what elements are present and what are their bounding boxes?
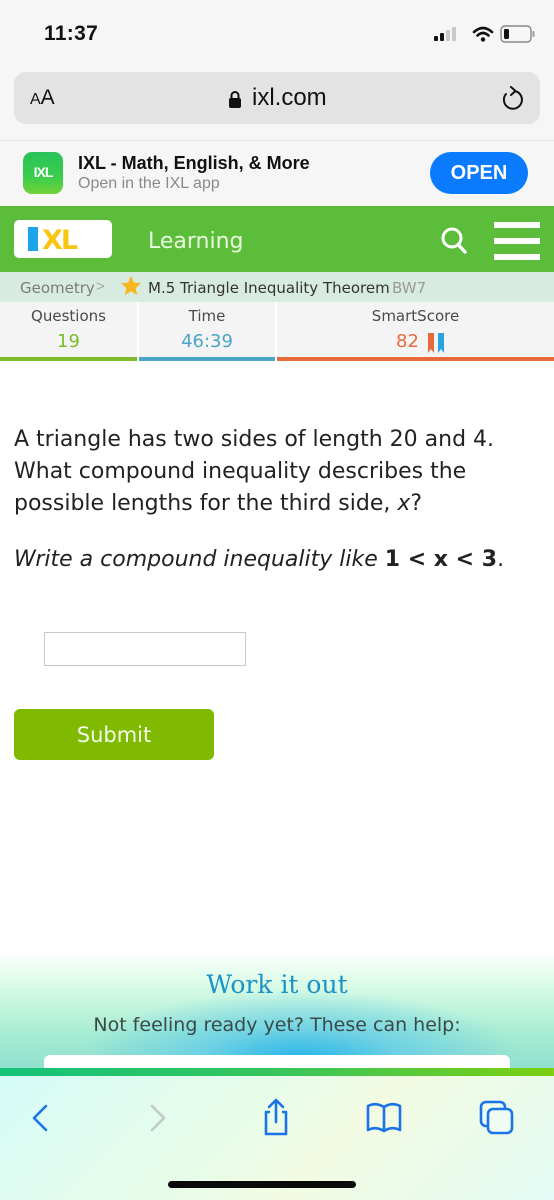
wifi-icon	[472, 26, 494, 42]
breadcrumb-skill-name: M.5 Triangle Inequality Theorem	[148, 279, 390, 297]
search-icon[interactable]	[440, 226, 468, 256]
menu-line	[494, 238, 540, 244]
app-icon-text: IXL	[33, 164, 54, 180]
questions-label: Questions	[31, 307, 106, 325]
share-icon	[264, 1098, 288, 1136]
bookmarks-icon	[366, 1102, 402, 1133]
breadcrumb-skill-code: BW7	[392, 279, 427, 297]
question-text: A triangle has two sides of length 20 an…	[14, 424, 544, 520]
back-icon	[32, 1104, 48, 1132]
time-label: Time	[188, 307, 226, 325]
url-text[interactable]: ixl.com	[252, 84, 327, 112]
answer-input[interactable]	[44, 632, 246, 666]
open-app-button[interactable]: OPEN	[430, 152, 528, 194]
menu-line	[494, 254, 540, 260]
star-icon	[121, 276, 141, 295]
status-time: 11:37	[44, 22, 99, 45]
menu-line	[494, 222, 540, 228]
ixl-app-icon: IXL	[23, 152, 63, 194]
app-banner-title: IXL - Math, English, & More	[78, 153, 310, 173]
question-end: ?	[410, 491, 423, 516]
smartscore-bar	[277, 357, 554, 361]
time-value: 46:39	[181, 331, 233, 352]
home-indicator[interactable]	[168, 1181, 356, 1188]
app-banner-subtitle: Open in the IXL app	[78, 175, 220, 192]
back-button[interactable]	[22, 1098, 62, 1138]
work-it-out-section	[0, 950, 554, 1070]
nav-learning[interactable]: Learning	[148, 229, 244, 254]
ixl-logo[interactable]: XL	[14, 220, 112, 258]
questions-value: 19	[57, 331, 80, 352]
decorative-strip	[0, 1068, 554, 1076]
tabs-button[interactable]	[476, 1098, 516, 1138]
instruction-suffix: .	[497, 547, 505, 572]
share-button[interactable]	[256, 1098, 296, 1138]
text-size-small-a: A	[30, 91, 41, 108]
time-bar	[139, 357, 275, 361]
instruction-prefix: Write a compound inequality like	[14, 547, 385, 572]
text-size-button[interactable]: AA	[30, 86, 55, 110]
bookmarks-button[interactable]	[364, 1098, 404, 1138]
answer-instructions: Write a compound inequality like 1 < x <…	[14, 544, 544, 576]
forward-button[interactable]	[136, 1098, 176, 1138]
cellular-signal-icon	[434, 27, 456, 41]
breadcrumb-separator: >	[96, 278, 105, 295]
submit-button[interactable]: Submit	[14, 709, 214, 760]
questions-bar	[0, 357, 137, 361]
tabs-icon	[479, 1100, 514, 1135]
breadcrumb-subject-link[interactable]: Geometry	[20, 279, 95, 297]
work-it-out-subtitle: Not feeling ready yet? These can help:	[93, 1014, 461, 1036]
logo-xl-text: XL	[42, 225, 78, 256]
logo-i-bar	[28, 227, 38, 251]
instruction-example: 1 < x < 3	[384, 547, 498, 572]
smartscore-label: SmartScore	[371, 307, 460, 325]
question-variable: x	[397, 491, 411, 516]
smartscore-ribbon-icon	[428, 333, 444, 353]
work-it-out-title: Work it out	[206, 970, 348, 999]
hamburger-menu-icon[interactable]	[494, 222, 540, 260]
forward-icon	[150, 1104, 166, 1132]
battery-icon	[500, 25, 535, 43]
text-size-large-a: A	[40, 86, 55, 109]
lock-icon	[229, 91, 241, 108]
reload-icon[interactable]	[500, 86, 524, 112]
